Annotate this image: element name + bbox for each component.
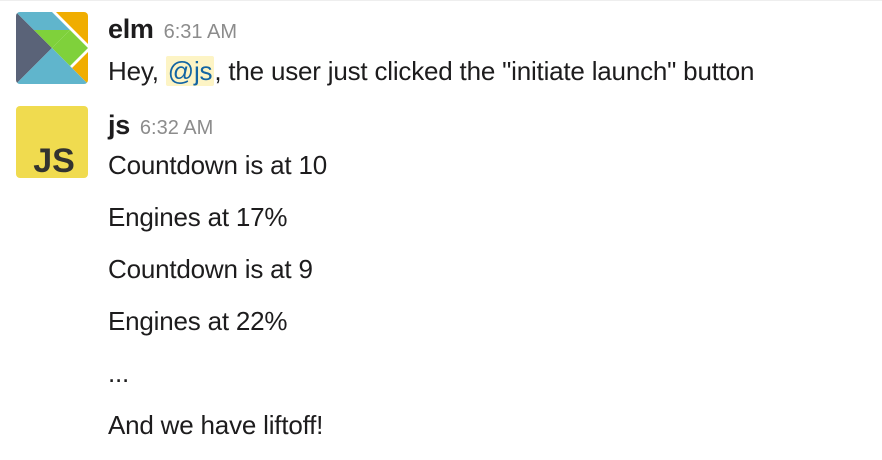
message-header: elm 6:31 AM [108,14,237,45]
message-line: Engines at 17% [108,202,288,232]
message-line: Engines at 22% [108,306,288,336]
avatar-elm[interactable] [16,12,88,84]
message-text-suffix: , the user just clicked the "initiate la… [214,56,755,86]
message-header: js 6:32 AM [108,110,213,141]
user-mention[interactable]: @js [165,56,215,86]
message-text-prefix: Hey, [108,56,166,86]
message-text: Hey, @js, the user just clicked the "ini… [108,56,754,87]
timestamp[interactable]: 6:31 AM [164,21,237,43]
message-line: ... [108,358,130,388]
author-name[interactable]: elm [108,14,154,44]
elm-logo-icon [16,12,88,84]
svg-text:JS: JS [33,142,75,178]
message-line: Countdown is at 9 [108,254,313,284]
message-line: Countdown is at 10 [108,150,327,180]
divider [0,0,882,1]
author-name[interactable]: js [108,110,130,140]
javascript-logo-icon: JS [16,106,88,178]
avatar-js[interactable]: JS [16,106,88,178]
message-line: And we have liftoff! [108,410,324,440]
timestamp[interactable]: 6:32 AM [140,117,213,139]
